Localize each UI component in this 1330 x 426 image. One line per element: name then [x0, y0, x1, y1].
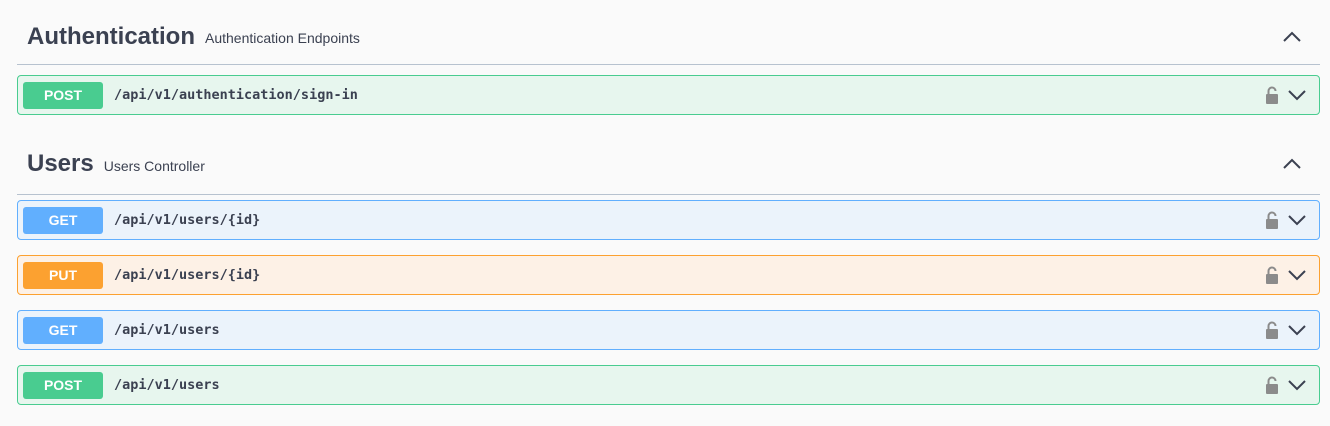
section-title: Authentication	[27, 22, 195, 50]
method-badge: PUT	[23, 261, 103, 289]
method-badge: POST	[23, 371, 103, 399]
section-authentication: Authentication Authentication Endpoints	[17, 9, 1320, 65]
swagger-page: Authentication Authentication Endpoints …	[0, 0, 1330, 426]
operation-path: /api/v1/users	[114, 377, 220, 393]
section-header-users[interactable]: Users Users Controller	[17, 134, 1320, 195]
section-header-authentication[interactable]: Authentication Authentication Endpoints	[17, 9, 1320, 65]
operation-get-users[interactable]: GET /api/v1/users	[17, 310, 1320, 350]
operation-post-sign-in[interactable]: POST /api/v1/authentication/sign-in	[17, 75, 1320, 115]
chevron-down-icon[interactable]	[1287, 89, 1307, 101]
method-badge: POST	[23, 81, 103, 109]
chevron-down-icon[interactable]	[1287, 214, 1307, 226]
chevron-up-icon[interactable]	[1282, 157, 1302, 171]
operation-put-user-by-id[interactable]: PUT /api/v1/users/{id}	[17, 255, 1320, 295]
operation-post-users[interactable]: POST /api/v1/users	[17, 365, 1320, 405]
chevron-down-icon[interactable]	[1287, 379, 1307, 391]
lock-icon[interactable]	[1265, 85, 1279, 105]
lock-icon[interactable]	[1265, 265, 1279, 285]
section-users: Users Users Controller	[17, 134, 1320, 195]
operation-path: /api/v1/authentication/sign-in	[114, 87, 358, 103]
section-description: Authentication Endpoints	[205, 30, 360, 46]
lock-icon[interactable]	[1265, 375, 1279, 395]
operation-path: /api/v1/users/{id}	[114, 267, 261, 283]
method-badge: GET	[23, 206, 103, 234]
operation-path: /api/v1/users/{id}	[114, 212, 261, 228]
operation-get-user-by-id[interactable]: GET /api/v1/users/{id}	[17, 200, 1320, 240]
method-badge: GET	[23, 316, 103, 344]
lock-icon[interactable]	[1265, 210, 1279, 230]
chevron-up-icon[interactable]	[1282, 30, 1302, 44]
chevron-down-icon[interactable]	[1287, 324, 1307, 336]
section-title: Users	[27, 150, 94, 177]
lock-icon[interactable]	[1265, 320, 1279, 340]
section-description: Users Controller	[103, 157, 205, 174]
operation-path: /api/v1/users	[114, 322, 220, 338]
chevron-down-icon[interactable]	[1287, 269, 1307, 281]
